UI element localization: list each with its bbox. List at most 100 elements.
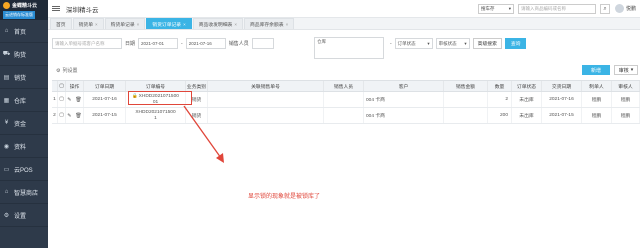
column-header[interactable]: 交货日期 [542,81,582,91]
sidebar-item-label: 首页 [14,29,27,36]
sales-person-label: 销售人员 [228,41,249,47]
row-checkbox[interactable]: ▢ [58,92,66,107]
date-to-value: 2021-07-16 [188,41,212,46]
table-row[interactable]: 2 ▢ ✎ 🗑 2021-07-15 XHDD2021071500 1 销货 00… [52,108,640,124]
column-header: 操作 [66,81,84,91]
sidebar-item-label: 销货 [14,75,27,82]
top-header: 深圳精斗云 搜车存 ▾ 请输入商品编码或名称 ⌕ 悦鹏 [48,0,640,18]
date-to-input[interactable]: 2021-07-16 [185,38,226,49]
column-header[interactable]: 订单日期 [84,81,126,91]
tab-inventory-balance[interactable]: 商品库存余额表 × [243,18,295,29]
sidebar: 金蝶精斗云 云进销存标准版 ⌂ 首页 ⛟ 购货 ▤ 销货 ▦ 仓库 ¥ 资金 ◉ 资料 ▭ 云… [0,0,48,248]
close-icon[interactable]: × [286,22,289,27]
column-settings-button[interactable]: ⚙ 列设置 [56,67,78,75]
filter-bar-right: - 订单状态 ▾ 审核状态 ▾ 高级搜索 查询 [390,38,527,49]
chevron-down-icon: ▾ [630,67,634,73]
column-header[interactable]: 销售金额 [444,81,488,91]
linked-sales-no-cell [208,108,324,123]
search-input[interactable]: 请输入商品编码或名称 [518,4,596,14]
customer-cell: 004 卡商 [364,92,444,107]
user-menu[interactable]: 悦鹏 [614,4,636,13]
sidebar-item-sales[interactable]: ▤ 销货 [0,66,48,89]
column-header[interactable]: 客户 [364,81,444,91]
warehouse-select[interactable]: 仓库 [314,37,384,59]
advanced-search-button[interactable]: 高级搜索 [472,38,502,49]
order-status-label: 订单状态 [397,40,416,46]
tab-purchase-records[interactable]: 购货单记录 × [104,18,146,29]
tab-label: 购货单记录 [110,22,135,28]
close-icon[interactable]: × [183,22,186,27]
tab-sales-order-records[interactable]: 销货订单记录 × [146,18,192,29]
close-icon[interactable]: × [95,22,98,27]
auditor-cell: 程鹏 [612,108,640,123]
order-number-cell[interactable]: XHDD2021071500 1 [126,108,186,123]
logo-icon [3,2,10,9]
order-date-cell: 2021-07-16 [84,92,126,107]
linked-sales-no-cell [208,92,324,107]
new-button[interactable]: 新增 [582,65,610,75]
amount-cell [444,108,488,123]
keyword-input[interactable]: 请输入单据号或客户名称 [52,38,122,49]
brand-logo[interactable]: 金蝶精斗云 云进销存标准版 [0,0,48,20]
quantity-cell: 200 [488,108,512,123]
query-button[interactable]: 查询 [504,38,527,49]
search-type-value: 搜车存 [481,6,495,11]
sidebar-item-label: 智慧商店 [14,190,39,197]
tab-goods-detail[interactable]: 商品收发明细表 × [192,18,243,29]
column-header[interactable]: 业务类别 [186,81,208,91]
dash: - [390,40,392,47]
sidebar-item-store[interactable]: ⌂ 智慧商店 [0,181,48,204]
sidebar-item-warehouse[interactable]: ▦ 仓库 [0,89,48,112]
row-checkbox[interactable]: ▢ [58,108,66,123]
edit-icon[interactable]: ✎ [67,97,71,103]
column-header[interactable]: 订单状态 [512,81,542,91]
delete-icon[interactable]: 🗑 [75,113,81,119]
delivery-date-cell: 2021-07-15 [542,108,582,123]
quantity-cell: 2 [488,92,512,107]
brand-name: 金蝶精斗云 [12,3,38,9]
delete-icon[interactable]: 🗑 [75,97,81,103]
tab-home[interactable]: 首页 [50,18,72,29]
sales-person-select[interactable] [251,38,274,49]
tab-sales-slip[interactable]: 销货单 × [72,18,104,29]
sidebar-item-data[interactable]: ◉ 资料 [0,135,48,158]
close-icon[interactable]: × [137,22,140,27]
sidebar-item-pos[interactable]: ▭ 云POS [0,158,48,181]
close-icon[interactable]: × [234,22,237,27]
column-header[interactable]: 销售人员 [324,81,364,91]
audit-label: 审核 [618,67,629,74]
edit-icon[interactable]: ✎ [67,113,71,119]
menu-toggle-icon[interactable] [52,6,60,11]
select-all-checkbox[interactable]: ▢ [58,81,66,91]
order-status-select[interactable]: 订单状态 ▾ [394,38,433,49]
audit-button[interactable]: 审核 ▾ [614,65,638,75]
column-header[interactable]: 订单编号 [126,81,186,91]
category-cell: 销货 [186,108,208,123]
sidebar-item-funds[interactable]: ¥ 资金 [0,112,48,135]
status-cell: 未出库 [512,108,542,123]
sidebar-item-home[interactable]: ⌂ 首页 [0,20,48,43]
annotation-text: 显示锁的现象就是被锁库了 [248,194,321,200]
sales-person-cell [324,92,364,107]
column-header[interactable]: 关联销售单号 [208,81,324,91]
home-icon: ⌂ [4,28,9,34]
date-from-input[interactable]: 2021-07-01 [138,38,179,49]
table-toolbar: ⚙ 列设置 新增 审核 ▾ [52,63,640,77]
gear-icon: ⚙ [3,212,10,219]
search-type-select[interactable]: 搜车存 ▾ [478,4,514,14]
data-icon: ◉ [3,143,10,150]
order-number-suffix: 1 [154,115,157,121]
sidebar-item-label: 购货 [14,52,27,59]
store-icon: ⌂ [4,189,9,195]
auditor-cell: 程鹏 [612,92,640,107]
sidebar-item-purchase[interactable]: ⛟ 购货 [0,43,48,66]
column-header[interactable]: 制单人 [582,81,612,91]
chevron-down-icon: ▾ [427,40,430,46]
column-header[interactable]: 审核人 [612,81,640,91]
sidebar-item-settings[interactable]: ⚙ 设置 [0,204,48,227]
lock-highlight-box [128,91,192,105]
tab-bar: 首页 销货单 × 购货单记录 × 销货订单记录 × 商品收发明细表 × 商品库存余额表 × [48,18,640,30]
audit-status-select[interactable]: 审核状态 ▾ [435,38,470,49]
search-icon[interactable]: ⌕ [600,4,610,14]
column-header[interactable]: 数量 [488,81,512,91]
